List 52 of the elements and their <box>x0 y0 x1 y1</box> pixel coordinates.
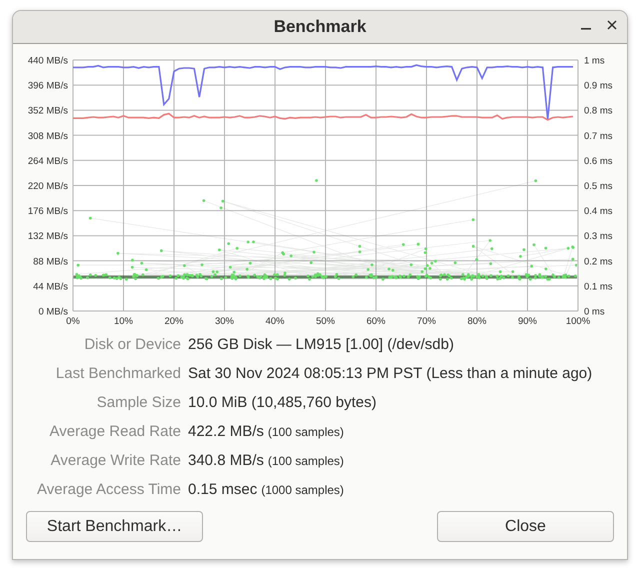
axis-label: 308 MB/s <box>28 130 68 142</box>
field-value: Sat 30 Nov 2024 08:05:13 PM PST (Less than a minute ago) <box>188 364 592 384</box>
field-value: 0.15 msec <box>188 480 258 500</box>
axis-label: 70% <box>417 316 436 327</box>
axis-label: 10% <box>114 316 133 327</box>
axis-label: 0.4 ms <box>584 206 613 218</box>
axis-label: 90% <box>518 316 537 327</box>
axis-label: 440 MB/s <box>28 56 68 66</box>
field-label: Disk or Device <box>83 335 181 355</box>
axis-label: 0.8 ms <box>584 106 613 117</box>
axis-label: 50% <box>316 316 335 327</box>
field-label: Sample Size <box>96 393 181 413</box>
start-benchmark-button[interactable]: Start Benchmark… <box>26 511 203 542</box>
sample-count: (100 samples) <box>268 454 344 468</box>
field-value: 10.0 MiB (10,485,760 bytes) <box>188 393 376 413</box>
axis-label: 1 ms <box>584 56 605 66</box>
close-icon[interactable] <box>607 20 617 30</box>
axis-label: 0 MB/s <box>38 306 68 318</box>
axis-label: 0.7 ms <box>584 130 613 142</box>
field-label: Last Benchmarked <box>54 364 181 384</box>
field-label: Average Write Rate <box>50 451 181 471</box>
close-button[interactable]: Close <box>437 511 614 542</box>
axis-label: 0.9 ms <box>584 80 613 92</box>
axis-label: 40% <box>266 316 284 327</box>
sample-count: (1000 samples) <box>261 483 344 497</box>
axis-label: 0.3 ms <box>584 231 613 242</box>
field-value: 256 GB Disk — LM915 [1.00] (/dev/sdb) <box>188 335 454 355</box>
window-title: Benchmark <box>274 17 366 37</box>
axis-label: 176 MB/s <box>28 206 68 218</box>
axis-label: 0 ms <box>584 306 605 318</box>
axis-label: 264 MB/s <box>28 156 68 167</box>
field-label: Average Read Rate <box>48 422 181 442</box>
field-label: Average Access Time <box>36 480 181 500</box>
axis-label: 88 MB/s <box>33 256 68 268</box>
axis-label: 132 MB/s <box>28 231 68 242</box>
axis-label: 80% <box>468 316 486 327</box>
axis-label: 44 MB/s <box>33 281 68 292</box>
axis-label: 0% <box>66 316 80 327</box>
axis-label: 0.2 ms <box>584 256 613 268</box>
axis-label: 352 MB/s <box>28 106 68 117</box>
axis-label: 60% <box>366 316 386 327</box>
sample-count: (100 samples) <box>268 425 344 439</box>
axis-label: 0.1 ms <box>584 281 613 292</box>
axis-label: 20% <box>164 316 184 327</box>
axis-label: 0.6 ms <box>584 156 613 167</box>
field-value: 340.8 MB/s <box>188 451 264 471</box>
axis-label: 0.5 ms <box>584 181 613 192</box>
axis-label: 396 MB/s <box>28 80 68 92</box>
axis-label: 100% <box>566 316 590 327</box>
axis-label: 30% <box>215 316 234 327</box>
field-value: 422.2 MB/s <box>188 422 264 442</box>
axis-label: 220 MB/s <box>28 181 68 192</box>
